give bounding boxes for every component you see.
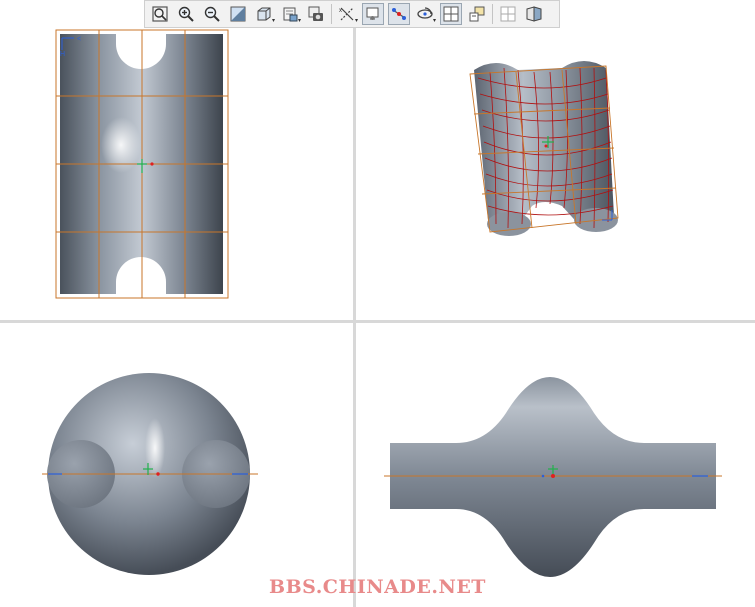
- display-style-icon: [257, 7, 271, 21]
- section-view-icon: [526, 6, 542, 22]
- spin-center-button[interactable]: ▾: [414, 3, 436, 25]
- zoom-out-icon: [204, 6, 220, 22]
- viewport-top[interactable]: [0, 323, 353, 607]
- chevron-down-icon: ▾: [432, 18, 436, 24]
- grid-button[interactable]: [497, 3, 519, 25]
- refit-button[interactable]: [149, 3, 171, 25]
- svg-text:H: H: [60, 51, 65, 58]
- datum-planes-button[interactable]: [362, 3, 384, 25]
- display-style-button[interactable]: ▾: [253, 3, 275, 25]
- grid-icon: [500, 6, 516, 22]
- annotations-icon: [469, 6, 485, 22]
- spin-center-icon: [417, 7, 433, 19]
- svg-text:<: <: [77, 36, 81, 43]
- zoom-in-button[interactable]: [175, 3, 197, 25]
- annotations-button[interactable]: [466, 3, 488, 25]
- repaint-icon: [230, 6, 246, 22]
- view-manager-icon: [308, 6, 323, 21]
- view-toolbar: ▾ ▾ x ▾ ▾: [144, 0, 560, 28]
- coordinate-systems-button[interactable]: [440, 3, 462, 25]
- view-manager-button[interactable]: [305, 3, 327, 25]
- chevron-down-icon: ▾: [271, 18, 275, 24]
- zoom-out-button[interactable]: [201, 3, 223, 25]
- saved-orientations-icon: [283, 7, 298, 22]
- chevron-down-icon: ▾: [297, 18, 301, 24]
- saved-orientations-button[interactable]: ▾: [279, 3, 301, 25]
- toolbar-separator: [331, 4, 332, 24]
- datum-axes-button[interactable]: x ▾: [336, 3, 358, 25]
- viewport-side[interactable]: [356, 323, 755, 607]
- zoom-in-icon: [178, 6, 194, 22]
- watermark: BBS.CHINADE.NET: [269, 576, 486, 598]
- datum-points-icon: [392, 8, 406, 20]
- svg-text:x: x: [339, 8, 342, 14]
- datum-planes-icon: [366, 7, 379, 20]
- refit-icon: [152, 6, 168, 22]
- viewport-front[interactable]: < H: [0, 28, 353, 320]
- coordinate-systems-icon: [443, 6, 459, 22]
- datum-axes-icon: x: [339, 7, 354, 21]
- repaint-button[interactable]: [227, 3, 249, 25]
- viewport-isometric[interactable]: [356, 28, 755, 320]
- chevron-down-icon: ▾: [354, 18, 358, 24]
- datum-points-button[interactable]: [388, 3, 410, 25]
- toolbar-separator: [492, 4, 493, 24]
- section-view-button[interactable]: [523, 3, 545, 25]
